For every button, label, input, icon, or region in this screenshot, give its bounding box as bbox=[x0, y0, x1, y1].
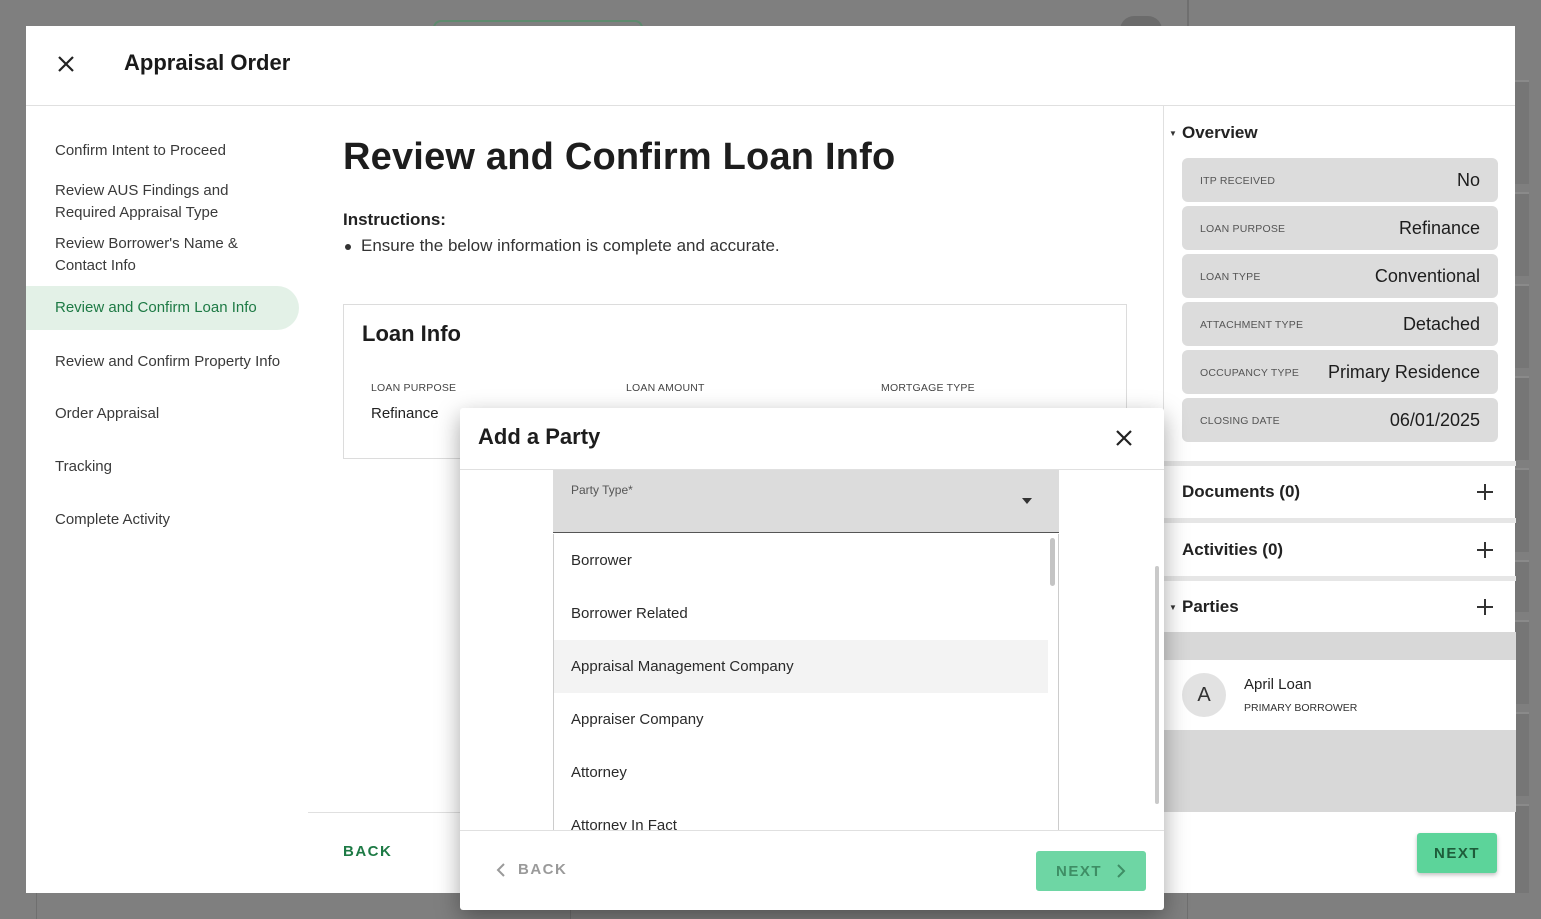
dropdown-arrow-icon bbox=[1022, 498, 1032, 504]
step-review-aus-findings[interactable]: Review AUS Findings and Required Apprais… bbox=[26, 180, 266, 224]
documents-label: Documents (0) bbox=[1182, 482, 1301, 501]
background-strip bbox=[1515, 468, 1529, 552]
close-icon bbox=[58, 56, 74, 72]
overview-value: No bbox=[1456, 170, 1480, 190]
overview-row-closing-date: CLOSING DATE 06/01/2025 bbox=[1182, 398, 1498, 442]
overview-key: LOAN PURPOSE bbox=[1200, 223, 1286, 235]
overview-key: CLOSING DATE bbox=[1200, 415, 1280, 427]
overview-value: Detached bbox=[1402, 314, 1480, 334]
background-strip bbox=[1515, 284, 1529, 368]
add-activity-icon[interactable] bbox=[1476, 541, 1494, 559]
activities-label: Activities (0) bbox=[1182, 540, 1284, 559]
back-button[interactable]: BACK bbox=[343, 843, 392, 860]
step-review-property-info[interactable]: Review and Confirm Property Info bbox=[26, 351, 299, 373]
overview-value: Conventional bbox=[1374, 266, 1480, 286]
options-scrollbar[interactable] bbox=[1050, 538, 1055, 586]
dialog-back-label: BACK bbox=[518, 861, 568, 878]
parties-label: Parties bbox=[1182, 597, 1239, 616]
close-icon[interactable] bbox=[1112, 426, 1136, 450]
overview-value: Primary Residence bbox=[1327, 362, 1480, 382]
party-type-options: Borrower Borrower Related Appraisal Mana… bbox=[553, 534, 1059, 830]
background-divider bbox=[36, 893, 37, 919]
party-type-label: Party Type* bbox=[571, 483, 633, 497]
step-review-loan-info[interactable]: Review and Confirm Loan Info bbox=[26, 286, 299, 330]
loan-purpose-value: Refinance bbox=[371, 405, 439, 422]
mortgage-type-label: MORTGAGE TYPE bbox=[881, 382, 975, 394]
dialog-scrollbar[interactable] bbox=[1155, 566, 1159, 804]
modal-title: Appraisal Order bbox=[124, 50, 291, 75]
party-card[interactable]: A April Loan PRIMARY BORROWER bbox=[1164, 660, 1516, 730]
dialog-back-button[interactable]: BACK bbox=[496, 861, 567, 878]
chevron-right-icon bbox=[1117, 864, 1126, 878]
loan-purpose-label: LOAN PURPOSE bbox=[371, 382, 457, 394]
background-strip bbox=[1515, 804, 1529, 893]
caret-down-icon: ▼ bbox=[1169, 128, 1177, 138]
dialog-footer: BACK NEXT bbox=[460, 830, 1164, 910]
party-name: April Loan bbox=[1244, 676, 1312, 693]
section-divider bbox=[1164, 518, 1516, 523]
overview-key: ATTACHMENT TYPE bbox=[1200, 319, 1304, 331]
step-complete-activity[interactable]: Complete Activity bbox=[26, 509, 299, 531]
option-appraisal-management-company[interactable]: Appraisal Management Company bbox=[554, 640, 1048, 693]
overview-row-attachment-type: ATTACHMENT TYPE Detached bbox=[1182, 302, 1498, 346]
option-attorney[interactable]: Attorney bbox=[554, 746, 1048, 799]
option-appraiser-company[interactable]: Appraiser Company bbox=[554, 693, 1048, 746]
right-panel: ▼ Overview ITP RECEIVED No LOAN PURPOSE … bbox=[1163, 106, 1516, 893]
add-document-icon[interactable] bbox=[1476, 483, 1494, 501]
option-borrower-related[interactable]: Borrower Related bbox=[554, 587, 1048, 640]
overview-key: OCCUPANCY TYPE bbox=[1200, 367, 1300, 379]
background-strip bbox=[1515, 620, 1529, 704]
option-borrower[interactable]: Borrower bbox=[554, 534, 1048, 587]
instructions-label: Instructions: bbox=[343, 210, 446, 229]
overview-row-loan-purpose: LOAN PURPOSE Refinance bbox=[1182, 206, 1498, 250]
add-party-dialog: Add a Party Party Type* Borrower Borrowe… bbox=[460, 408, 1164, 910]
caret-down-icon: ▼ bbox=[1169, 602, 1177, 612]
background-strip bbox=[1515, 80, 1529, 184]
avatar: A bbox=[1182, 673, 1226, 717]
party-role: PRIMARY BORROWER bbox=[1244, 702, 1358, 714]
overview-label: Overview bbox=[1182, 123, 1258, 142]
dialog-next-button[interactable]: NEXT bbox=[1036, 851, 1146, 891]
dialog-title: Add a Party bbox=[478, 424, 601, 449]
loan-info-title: Loan Info bbox=[362, 321, 461, 346]
dialog-next-label: NEXT bbox=[1055, 862, 1102, 880]
party-type-select[interactable]: Party Type* bbox=[553, 470, 1059, 533]
overview-key: ITP RECEIVED bbox=[1200, 175, 1276, 187]
background-divider bbox=[1187, 0, 1189, 26]
background-strip bbox=[1515, 560, 1529, 612]
overview-row-occupancy-type: OCCUPANCY TYPE Primary Residence bbox=[1182, 350, 1498, 394]
overview-value: 06/01/2025 bbox=[1389, 410, 1480, 430]
instruction-item: Ensure the below information is complete… bbox=[345, 236, 780, 255]
overview-value: Refinance bbox=[1398, 218, 1480, 238]
activities-section-header[interactable]: Activities (0) bbox=[1164, 524, 1516, 576]
step-tracking[interactable]: Tracking bbox=[26, 456, 299, 478]
close-modal-button[interactable] bbox=[52, 50, 80, 78]
add-party-icon[interactable] bbox=[1476, 598, 1494, 616]
step-order-appraisal[interactable]: Order Appraisal bbox=[26, 403, 299, 425]
next-button[interactable]: NEXT bbox=[1417, 833, 1497, 873]
chevron-left-icon bbox=[496, 862, 505, 877]
background-strip bbox=[1515, 192, 1529, 276]
step-review-borrower-name[interactable]: Review Borrower's Name & Contact Info bbox=[26, 233, 266, 277]
background-divider bbox=[1187, 893, 1188, 919]
parties-section-header[interactable]: ▼ Parties bbox=[1164, 581, 1516, 633]
documents-section-header[interactable]: Documents (0) bbox=[1164, 466, 1516, 518]
overview-row-itp-received: ITP RECEIVED No bbox=[1182, 158, 1498, 202]
background-strip bbox=[1515, 712, 1529, 796]
background-strip bbox=[1515, 376, 1529, 460]
option-attorney-in-fact[interactable]: Attorney In Fact bbox=[554, 799, 1048, 830]
overview-row-loan-type: LOAN TYPE Conventional bbox=[1182, 254, 1498, 298]
overview-section-header[interactable]: ▼ Overview bbox=[1164, 107, 1516, 159]
loan-amount-label: LOAN AMOUNT bbox=[626, 382, 705, 394]
page-title: Review and Confirm Loan Info bbox=[343, 136, 896, 178]
modal-header: Appraisal Order bbox=[26, 26, 1515, 106]
overview-key: LOAN TYPE bbox=[1200, 271, 1261, 283]
step-confirm-intent[interactable]: Confirm Intent to Proceed bbox=[26, 140, 299, 162]
